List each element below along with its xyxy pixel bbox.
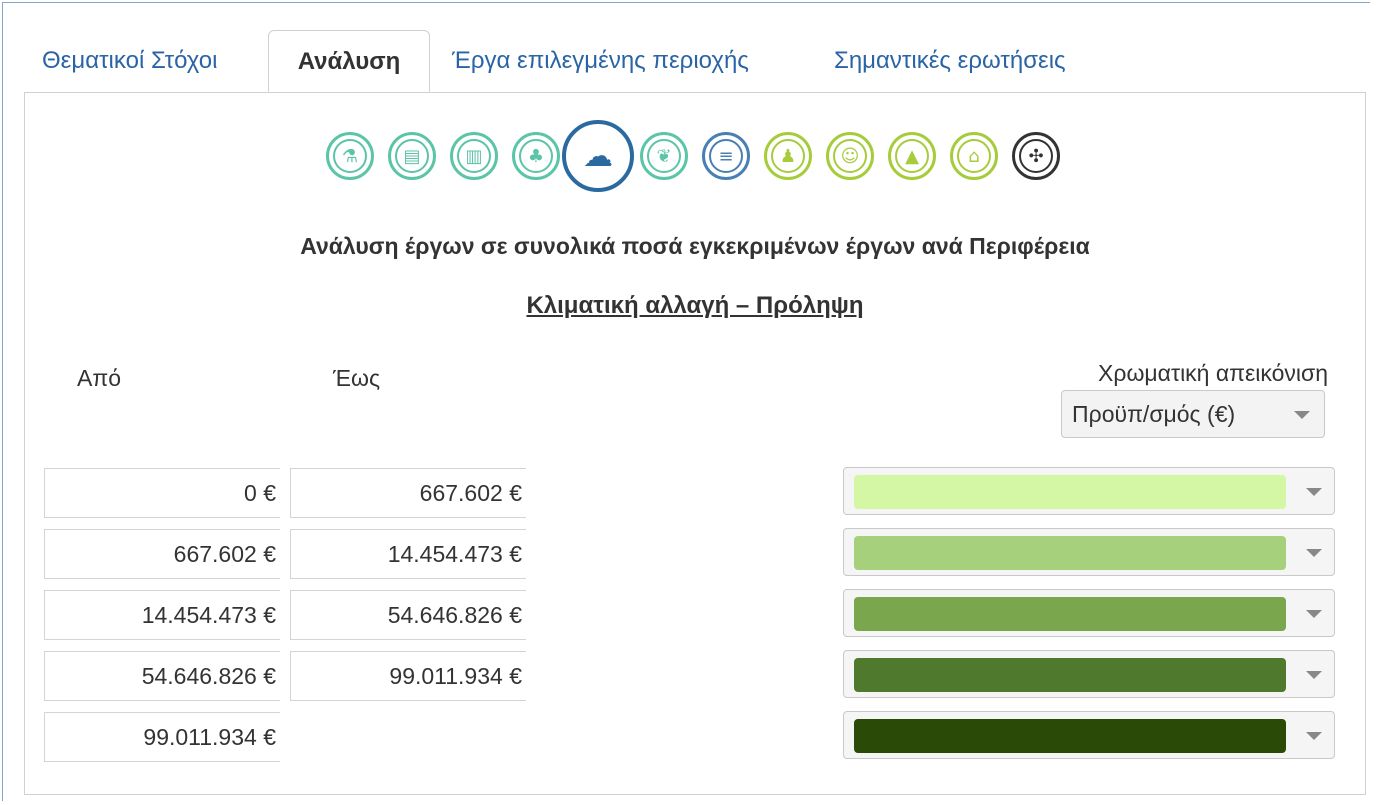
tab-analysis[interactable]: Ανάλυση	[268, 30, 430, 92]
tab-region-projects[interactable]: Έργα επιλεγμένης περιοχής	[452, 30, 749, 92]
analysis-panel	[24, 92, 1366, 795]
tab-thematic-goals[interactable]: Θεματικοί Στόχοι	[42, 30, 217, 92]
tab-important-questions[interactable]: Σημαντικές ερωτήσεις	[834, 30, 1066, 92]
